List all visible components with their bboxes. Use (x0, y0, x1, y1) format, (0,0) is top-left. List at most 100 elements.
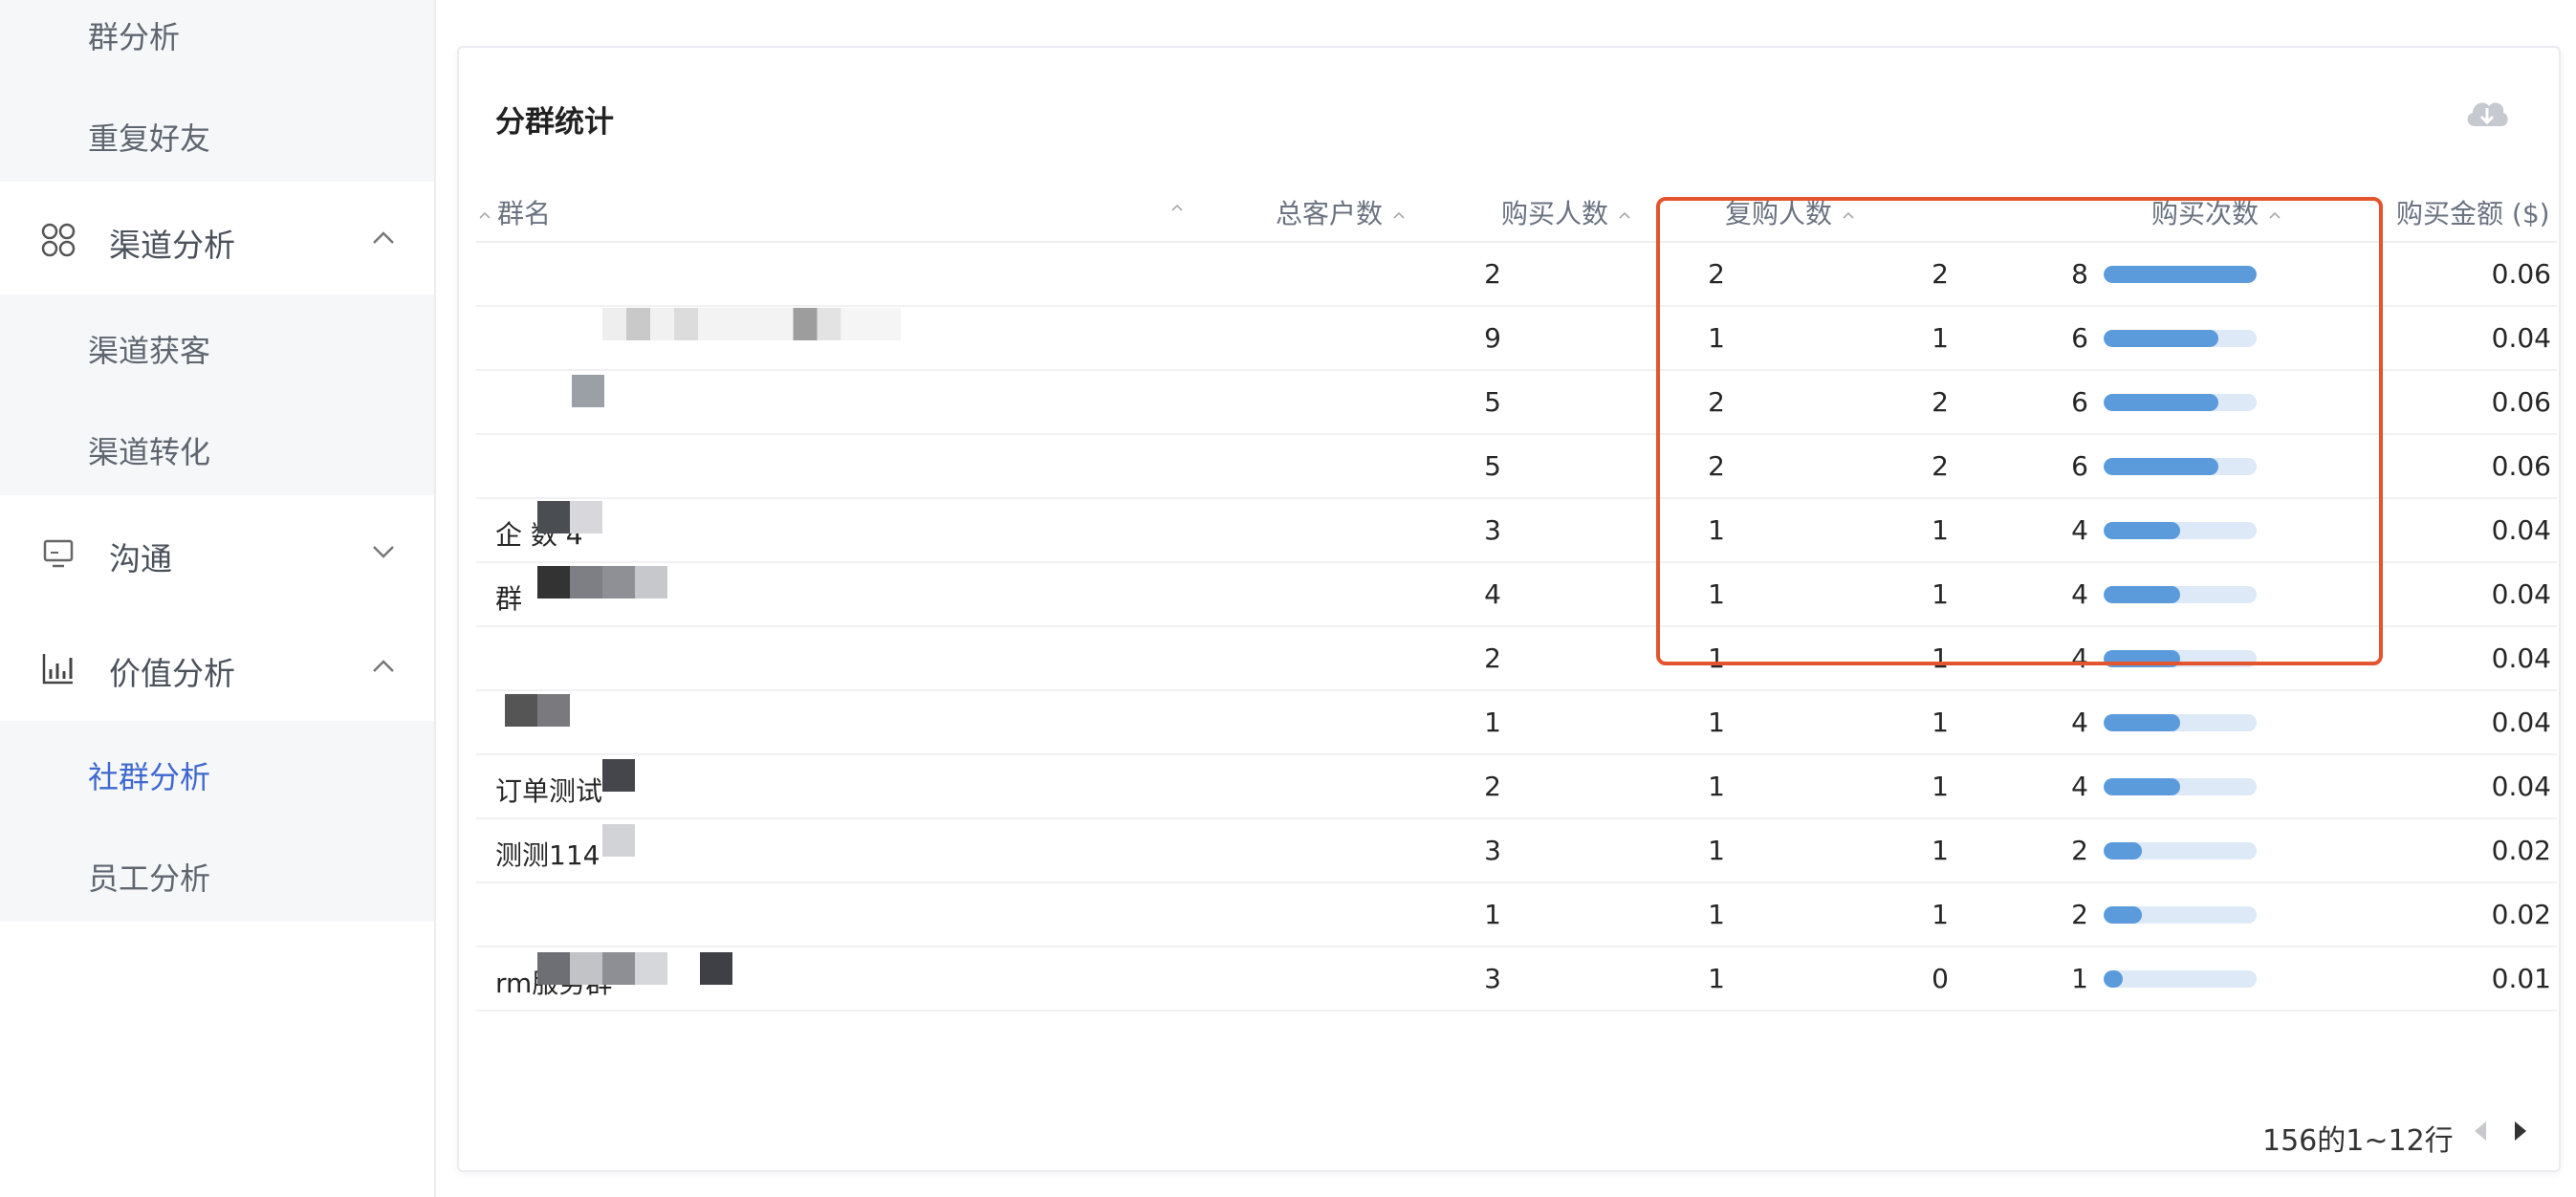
column-header-name[interactable]: 群名 (478, 193, 551, 231)
purchase-count-bar-fill (2104, 970, 2123, 988)
cell-buyers: 1 (1708, 963, 1725, 994)
cell-purchase-amount: 0.04 (2491, 642, 2551, 674)
caret-left-icon[interactable] (2471, 1119, 2490, 1143)
cell-group-name: 订单测试 (495, 775, 603, 807)
cell-repeat-buyers: 0 (1932, 963, 1949, 994)
sidebar-item-duplicate-friends[interactable]: 重复好友 (88, 115, 210, 159)
redacted-name (537, 566, 667, 598)
column-header-total-customers-label: 总客户数 (1276, 198, 1384, 229)
menu-channel-analysis[interactable]: 渠道分析 (0, 189, 434, 289)
cell-purchase-count: 2 (2071, 835, 2088, 866)
sub-menu-value: 社群分析 员工分析 (0, 721, 434, 922)
cell-repeat-buyers: 1 (1932, 899, 1949, 930)
monitor-icon (43, 539, 74, 568)
cell-purchase-amount: 0.04 (2491, 578, 2551, 610)
column-header-buyers[interactable]: 购买人数 (1501, 193, 1631, 231)
sort-up-icon (479, 211, 491, 219)
cell-repeat-buyers: 1 (1932, 771, 1949, 802)
purchase-count-bar-fill (2104, 714, 2180, 731)
cell-total-customers: 1 (1484, 899, 1501, 930)
cell-total-customers: 3 (1484, 835, 1501, 866)
sidebar-item-channel-conversion[interactable]: 渠道转化 (88, 428, 210, 472)
cell-purchase-amount: 0.04 (2491, 514, 2551, 546)
cell-purchase-count: 2 (2071, 899, 2088, 930)
table-row: 1 1 1 4 0.04 (476, 691, 2557, 755)
cell-buyers: 1 (1708, 899, 1725, 930)
cell-repeat-buyers: 1 (1932, 707, 1949, 738)
table-row: 1 1 1 2 0.02 (476, 883, 2557, 947)
redacted-name (570, 501, 602, 533)
cell-purchase-count: 4 (2071, 771, 2088, 802)
cell-purchase-amount: 0.06 (2491, 258, 2551, 290)
cell-total-customers: 2 (1484, 771, 1501, 802)
table-row: 订单测试 2 1 1 4 0.04 (476, 755, 2557, 819)
menu-communication[interactable]: 沟通 (0, 503, 434, 602)
sidebar-item-employee-analysis[interactable]: 员工分析 (88, 855, 210, 899)
column-header-total-customers[interactable]: 总客户数 (1276, 193, 1406, 231)
sort-up-icon[interactable] (1170, 203, 1184, 212)
cell-purchase-amount: 0.06 (2491, 450, 2551, 482)
purchase-count-bar-fill (2104, 778, 2180, 795)
cell-purchase-amount: 0.06 (2491, 386, 2551, 418)
cell-total-customers: 3 (1484, 514, 1501, 546)
redacted-name (700, 952, 732, 985)
chevron-up-icon (373, 660, 394, 672)
cell-purchase-amount: 0.04 (2491, 771, 2551, 802)
cell-buyers: 1 (1708, 835, 1725, 866)
sidebar-item-community-analysis[interactable]: 社群分析 (88, 753, 210, 797)
sidebar: 群分析 重复好友 渠道分析 渠道获客 渠道转化 沟通 价值分析 社群分析 员工分… (0, 0, 436, 1197)
menu-channel-analysis-label: 渠道分析 (109, 227, 235, 264)
redacted-name (537, 501, 570, 533)
cell-purchase-amount: 0.02 (2491, 899, 2551, 930)
cell-total-customers: 5 (1484, 386, 1501, 418)
purchase-count-bar (2104, 970, 2257, 988)
redacted-name (602, 824, 635, 857)
cell-group-name: 群 (495, 583, 523, 615)
table-row: 测测114 3 1 1 2 0.02 (476, 819, 2557, 883)
pagination-text: 156的1~12行 (2262, 1124, 2454, 1158)
column-header-name-label: 群名 (497, 198, 552, 229)
sidebar-item-group-analysis[interactable]: 群分析 (88, 13, 180, 57)
cell-total-customers: 4 (1484, 578, 1501, 610)
column-header-purchase-amount[interactable]: 购买金额 ($) (2396, 193, 2550, 231)
bar-chart-icon (42, 654, 73, 685)
redacted-name (572, 375, 604, 407)
sub-menu-group-top: 群分析 重复好友 (0, 0, 434, 182)
chevron-down-icon (373, 546, 394, 558)
cell-purchase-count: 4 (2071, 707, 2088, 738)
menu-value-analysis[interactable]: 价值分析 (0, 618, 434, 717)
sidebar-item-channel-acquisition[interactable]: 渠道获客 (88, 327, 210, 371)
cell-buyers: 1 (1708, 771, 1725, 802)
sort-up-icon (1619, 211, 1630, 219)
redacted-name (602, 759, 635, 792)
card-title: 分群统计 (495, 105, 614, 140)
cell-total-customers: 3 (1484, 963, 1501, 994)
column-header-purchase-amount-label: 购买金额 ($) (2396, 198, 2550, 229)
cell-total-customers: 2 (1484, 258, 1501, 290)
table-row: rm服务群31010.01 (476, 947, 2557, 1012)
purchase-count-bar-fill (2104, 842, 2142, 860)
purchase-count-bar-fill (2104, 906, 2142, 924)
highlight-box (1656, 197, 2383, 665)
redacted-name (537, 952, 667, 985)
cell-buyers: 1 (1708, 707, 1725, 738)
cell-purchase-count: 1 (2071, 963, 2088, 994)
purchase-count-bar (2104, 778, 2257, 795)
column-header-buyers-label: 购买人数 (1501, 198, 1609, 229)
sub-menu-channel: 渠道获客 渠道转化 (0, 294, 434, 495)
cell-total-customers: 9 (1484, 322, 1501, 354)
channel-grid-icon (41, 223, 76, 257)
sort-up-icon (1393, 211, 1405, 219)
cloud-download-icon[interactable] (2463, 94, 2511, 132)
cell-group-name: 测测114 (495, 839, 600, 871)
purchase-count-bar (2104, 714, 2257, 731)
cell-purchase-amount: 0.02 (2491, 835, 2551, 866)
cell-purchase-amount: 0.04 (2491, 707, 2551, 738)
chevron-up-icon (373, 231, 394, 244)
caret-right-icon[interactable] (2511, 1119, 2530, 1143)
cell-total-customers: 1 (1484, 707, 1501, 738)
purchase-count-bar (2104, 906, 2257, 924)
cell-total-customers: 2 (1484, 642, 1501, 674)
cell-repeat-buyers: 1 (1932, 835, 1949, 866)
menu-value-analysis-label: 价值分析 (109, 655, 235, 692)
